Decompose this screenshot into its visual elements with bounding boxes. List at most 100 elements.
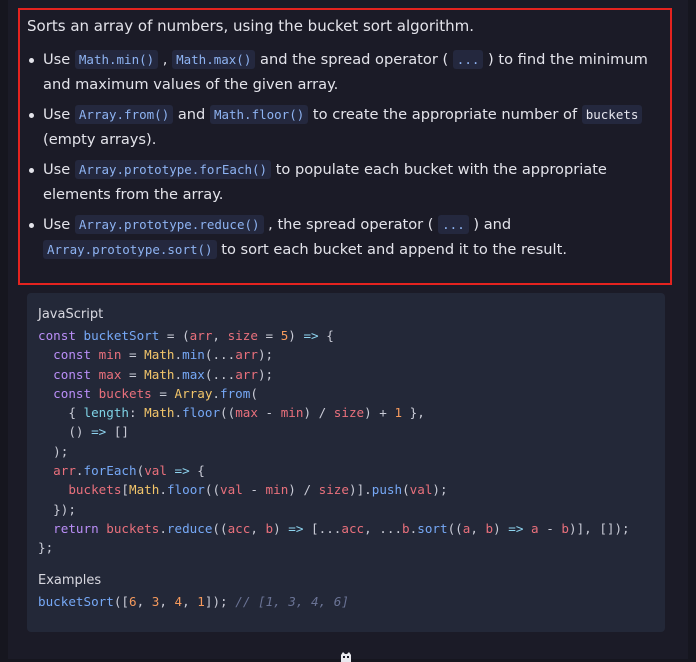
description-text: Use: [43, 51, 75, 68]
code-token: .: [174, 405, 183, 421]
code-token: .: [212, 385, 221, 401]
description-text: and: [173, 106, 210, 123]
code-token: );: [432, 482, 448, 498]
description-text: , the spread operator (: [263, 216, 439, 233]
code-token: forEach: [83, 463, 137, 479]
code-token: .: [159, 520, 167, 536]
code-token: reduce: [166, 520, 213, 536]
inline-code: Math.max(): [172, 50, 256, 69]
examples-label: Examples: [38, 572, 102, 588]
description-item: Use Math.min() , Math.max() and the spre…: [27, 47, 670, 97]
code-token: sort: [417, 520, 448, 536]
code-token: buckets: [68, 482, 122, 498]
code-token: {: [38, 405, 84, 421]
examples-content[interactable]: bucketSort([6, 3, 4, 1]); // [1, 3, 4, 6…: [38, 592, 665, 611]
code-token: 6: [129, 593, 137, 609]
code-token: =: [121, 347, 145, 363]
code-token: {: [318, 328, 334, 343]
description-item: Use Array.prototype.forEach() to populat…: [27, 157, 670, 207]
inline-code: Math.floor(): [209, 105, 309, 124]
github-icon[interactable]: [339, 652, 353, 662]
code-token: Math: [144, 366, 175, 382]
code-token: =: [151, 385, 175, 401]
code-token: (...: [204, 366, 236, 382]
code-token: const: [53, 366, 99, 382]
code-token: b: [485, 520, 494, 536]
code-token: Math: [144, 347, 175, 363]
inline-code: Array.from(): [74, 105, 174, 124]
code-token: ([: [113, 593, 129, 609]
code-token: :: [129, 405, 145, 421]
inline-code: ...: [452, 50, 484, 69]
inline-code: Array.prototype.sort(): [43, 240, 217, 259]
code-token: max: [182, 366, 205, 382]
code-content[interactable]: const bucketSort = (arr, size = 5) => { …: [38, 326, 665, 558]
code-token: );: [257, 347, 274, 363]
code-token: push: [371, 482, 403, 498]
code-token: length: [83, 405, 130, 421]
description-intro: Sorts an array of numbers, using the buc…: [27, 17, 474, 35]
code-token: b: [265, 520, 274, 536]
code-token: min: [98, 347, 122, 363]
code-token: =>: [508, 520, 524, 536]
code-token: });: [38, 501, 76, 517]
code-token: val: [220, 482, 243, 498]
code-token: , ...: [364, 520, 403, 536]
code-token: const: [53, 385, 99, 401]
description-text: ) and: [468, 216, 512, 233]
code-token: max: [98, 366, 122, 382]
code-token: );: [38, 443, 69, 459]
code-token: );: [257, 366, 274, 382]
code-token: ((: [212, 520, 228, 536]
description-text: Use: [43, 106, 75, 123]
code-token: arr: [189, 328, 213, 343]
code-block: JavaScript const bucketSort = ( arr, size…: [27, 293, 665, 632]
code-token: .: [75, 463, 84, 479]
bullet-icon: [29, 113, 34, 118]
code-token: ((: [204, 482, 221, 498]
inline-code: Math.min(): [74, 50, 159, 69]
code-token: (...: [204, 347, 236, 363]
code-token: =>: [303, 328, 319, 343]
code-token: (: [250, 385, 258, 401]
code-token: ,: [136, 593, 152, 609]
code-token: b: [402, 520, 410, 536]
description-list: Use Math.min() , Math.max() and the spre…: [27, 47, 670, 262]
code-token: )], []);: [568, 520, 630, 536]
code-token: size: [333, 405, 365, 421]
code-token: bucketSort: [83, 328, 160, 343]
inline-code: buckets: [581, 105, 643, 124]
code-token: Math: [144, 405, 175, 421]
code-token: ): [288, 328, 304, 343]
description-text: to create the appropriate number of: [308, 106, 582, 123]
code-token: ]);: [204, 593, 236, 609]
code-token: ) /: [288, 482, 319, 498]
code-token: ) +: [364, 405, 395, 421]
code-token: =>: [91, 424, 107, 440]
code-token: -: [242, 482, 266, 498]
code-token: a: [531, 520, 539, 536]
description-text: (empty arrays).: [43, 131, 157, 148]
code-token: 1: [394, 405, 403, 421]
code-token: buckets: [106, 520, 160, 536]
code-token: acc: [341, 520, 365, 536]
code-token: ,: [182, 593, 198, 609]
code-token: ): [273, 520, 289, 536]
code-token: =>: [288, 520, 304, 536]
description-item: Use Array.prototype.reduce() , the sprea…: [27, 212, 670, 262]
code-token: .: [174, 347, 183, 363]
inline-code: Array.prototype.forEach(): [74, 160, 272, 179]
code-token: val: [409, 482, 433, 498]
code-token: 4: [174, 593, 183, 609]
bullet-icon: [29, 223, 34, 228]
code-language-label: JavaScript: [38, 307, 104, 322]
code-token: ((: [220, 405, 236, 421]
description-text: Use: [43, 216, 75, 233]
code-token: bucketSort: [38, 593, 114, 609]
